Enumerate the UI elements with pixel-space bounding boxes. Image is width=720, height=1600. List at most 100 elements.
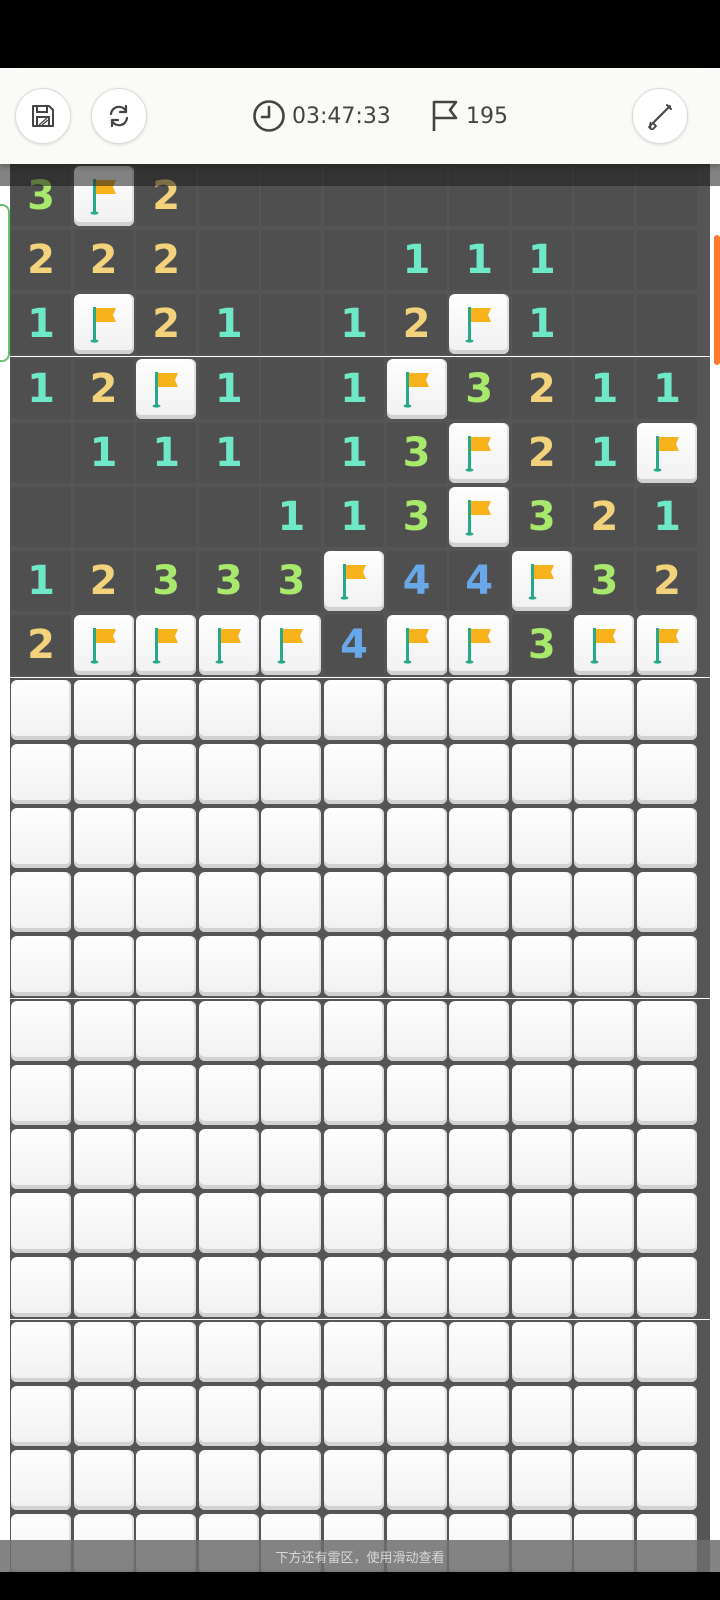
covered-cell[interactable] bbox=[574, 808, 635, 868]
number-cell[interactable]: 1 bbox=[11, 551, 71, 612]
number-cell[interactable]: 2 bbox=[574, 487, 635, 547]
covered-cell[interactable] bbox=[261, 1193, 322, 1254]
covered-cell[interactable] bbox=[574, 1129, 635, 1189]
number-cell[interactable]: 3 bbox=[261, 551, 322, 612]
covered-cell[interactable] bbox=[449, 1450, 510, 1510]
number-cell[interactable]: 1 bbox=[261, 487, 322, 547]
number-cell[interactable]: 1 bbox=[511, 294, 572, 355]
number-cell[interactable]: 1 bbox=[198, 422, 259, 483]
number-cell[interactable]: 1 bbox=[324, 294, 384, 355]
covered-cell[interactable] bbox=[574, 1193, 635, 1254]
number-cell[interactable]: 1 bbox=[136, 422, 197, 483]
covered-cell[interactable] bbox=[386, 1321, 447, 1382]
covered-cell[interactable] bbox=[449, 1321, 510, 1382]
covered-cell[interactable] bbox=[574, 1321, 635, 1382]
covered-cell[interactable] bbox=[198, 1193, 259, 1254]
number-cell[interactable]: 3 bbox=[386, 487, 447, 547]
covered-cell[interactable] bbox=[449, 1385, 510, 1446]
covered-cell[interactable] bbox=[637, 743, 697, 804]
covered-cell[interactable] bbox=[261, 808, 322, 868]
covered-cell[interactable] bbox=[511, 808, 572, 868]
flagged-cell[interactable] bbox=[324, 551, 384, 612]
covered-cell[interactable] bbox=[386, 1129, 447, 1189]
covered-cell[interactable] bbox=[11, 743, 71, 804]
dig-tool-button[interactable] bbox=[632, 88, 688, 144]
number-cell[interactable]: 2 bbox=[136, 230, 197, 291]
covered-cell[interactable] bbox=[324, 936, 384, 997]
covered-cell[interactable] bbox=[449, 936, 510, 997]
covered-cell[interactable] bbox=[386, 1064, 447, 1125]
covered-cell[interactable] bbox=[574, 1450, 635, 1510]
number-cell[interactable]: 1 bbox=[324, 487, 384, 547]
empty-cell[interactable] bbox=[574, 294, 635, 355]
number-cell[interactable]: 1 bbox=[11, 358, 71, 419]
empty-cell[interactable] bbox=[261, 358, 322, 419]
flagged-cell[interactable] bbox=[511, 551, 572, 612]
covered-cell[interactable] bbox=[198, 679, 259, 740]
covered-cell[interactable] bbox=[261, 679, 322, 740]
covered-cell[interactable] bbox=[261, 1129, 322, 1189]
flagged-cell[interactable] bbox=[449, 422, 510, 483]
covered-cell[interactable] bbox=[574, 936, 635, 997]
covered-cell[interactable] bbox=[386, 1000, 447, 1061]
number-cell[interactable]: 1 bbox=[637, 358, 697, 419]
covered-cell[interactable] bbox=[11, 1193, 71, 1254]
covered-cell[interactable] bbox=[637, 1000, 697, 1061]
covered-cell[interactable] bbox=[386, 936, 447, 997]
number-cell[interactable]: 2 bbox=[11, 615, 71, 676]
covered-cell[interactable] bbox=[449, 872, 510, 933]
covered-cell[interactable] bbox=[198, 1385, 259, 1446]
number-cell[interactable]: 3 bbox=[198, 551, 259, 612]
number-cell[interactable]: 4 bbox=[324, 615, 384, 676]
covered-cell[interactable] bbox=[511, 743, 572, 804]
number-cell[interactable]: 2 bbox=[73, 358, 134, 419]
covered-cell[interactable] bbox=[11, 1064, 71, 1125]
number-cell[interactable]: 1 bbox=[574, 358, 635, 419]
empty-cell[interactable] bbox=[261, 230, 322, 291]
covered-cell[interactable] bbox=[324, 1193, 384, 1254]
covered-cell[interactable] bbox=[261, 1257, 322, 1318]
covered-cell[interactable] bbox=[11, 1321, 71, 1382]
covered-cell[interactable] bbox=[198, 1321, 259, 1382]
covered-cell[interactable] bbox=[449, 1000, 510, 1061]
covered-cell[interactable] bbox=[198, 743, 259, 804]
number-cell[interactable]: 3 bbox=[511, 487, 572, 547]
covered-cell[interactable] bbox=[449, 743, 510, 804]
empty-cell[interactable] bbox=[574, 230, 635, 291]
flagged-cell[interactable] bbox=[449, 615, 510, 676]
covered-cell[interactable] bbox=[73, 1193, 134, 1254]
number-cell[interactable]: 1 bbox=[324, 422, 384, 483]
flagged-cell[interactable] bbox=[574, 615, 635, 676]
flagged-cell[interactable] bbox=[261, 615, 322, 676]
covered-cell[interactable] bbox=[11, 872, 71, 933]
covered-cell[interactable] bbox=[511, 1129, 572, 1189]
covered-cell[interactable] bbox=[449, 1129, 510, 1189]
covered-cell[interactable] bbox=[324, 872, 384, 933]
covered-cell[interactable] bbox=[11, 1450, 71, 1510]
covered-cell[interactable] bbox=[198, 808, 259, 868]
number-cell[interactable]: 2 bbox=[637, 551, 697, 612]
covered-cell[interactable] bbox=[574, 1257, 635, 1318]
covered-cell[interactable] bbox=[136, 1129, 197, 1189]
number-cell[interactable]: 2 bbox=[511, 422, 572, 483]
covered-cell[interactable] bbox=[574, 1385, 635, 1446]
covered-cell[interactable] bbox=[136, 1257, 197, 1318]
flagged-cell[interactable] bbox=[136, 358, 197, 419]
flagged-cell[interactable] bbox=[73, 615, 134, 676]
number-cell[interactable]: 2 bbox=[136, 294, 197, 355]
covered-cell[interactable] bbox=[511, 679, 572, 740]
scroll-indicator[interactable] bbox=[714, 235, 720, 365]
empty-cell[interactable] bbox=[261, 294, 322, 355]
covered-cell[interactable] bbox=[261, 1321, 322, 1382]
empty-cell[interactable] bbox=[261, 422, 322, 483]
covered-cell[interactable] bbox=[73, 872, 134, 933]
number-cell[interactable]: 1 bbox=[637, 487, 697, 547]
flagged-cell[interactable] bbox=[449, 487, 510, 547]
number-cell[interactable]: 2 bbox=[73, 230, 134, 291]
covered-cell[interactable] bbox=[386, 1257, 447, 1318]
covered-cell[interactable] bbox=[73, 1321, 134, 1382]
covered-cell[interactable] bbox=[136, 743, 197, 804]
covered-cell[interactable] bbox=[637, 1193, 697, 1254]
covered-cell[interactable] bbox=[637, 679, 697, 740]
flagged-cell[interactable] bbox=[449, 294, 510, 355]
